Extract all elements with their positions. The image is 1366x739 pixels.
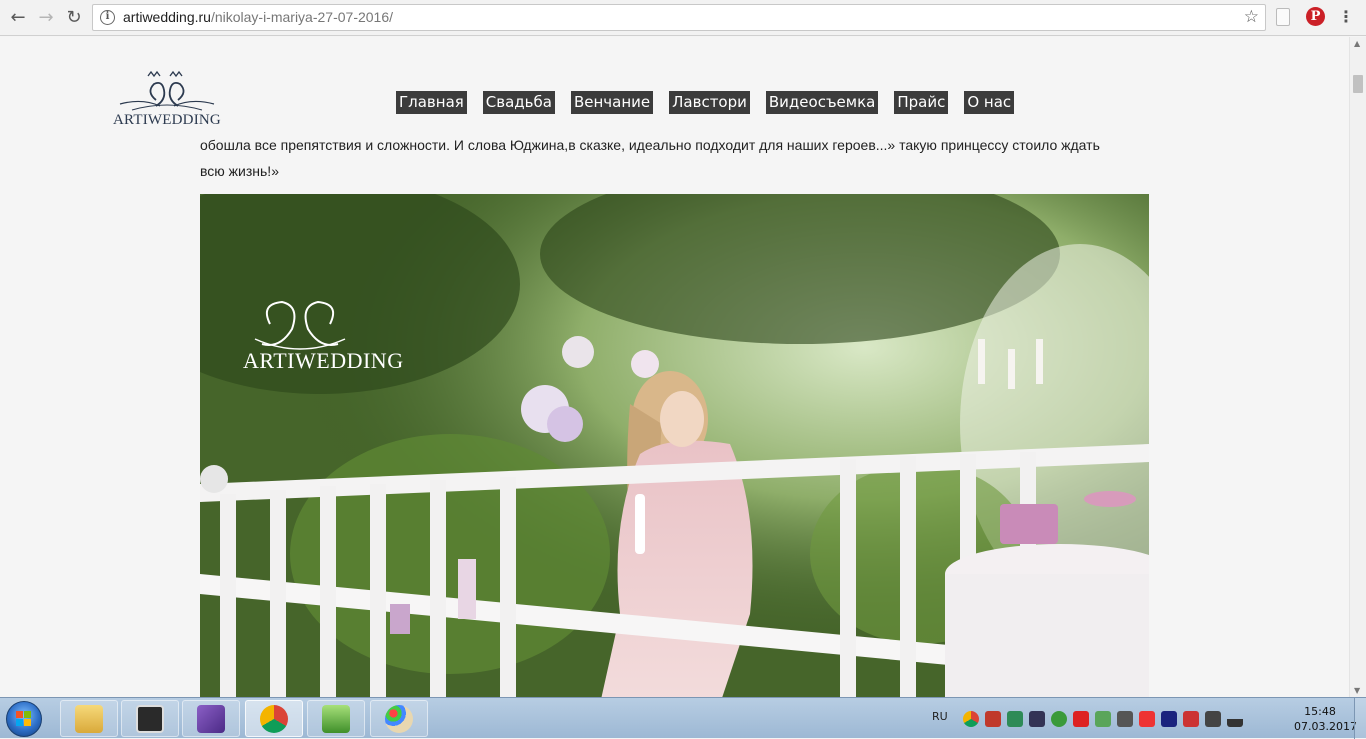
menu-item-video[interactable]: Видеосъемка: [765, 91, 879, 114]
reload-icon[interactable]: ↻: [62, 5, 86, 29]
update-tray-icon[interactable]: [1051, 711, 1067, 727]
forward-arrow-icon[interactable]: →: [34, 5, 58, 29]
monitor-tray-icon[interactable]: [1117, 711, 1133, 727]
chrome-menu-icon[interactable]: ⋮: [1338, 8, 1354, 26]
swans-logo-icon: [119, 70, 215, 111]
url-text[interactable]: artiwedding.ru/nikolay-i-mariya-27-07-20…: [123, 9, 393, 25]
paint-palette-icon: [385, 704, 413, 733]
show-desktop-button[interactable]: [1354, 698, 1366, 739]
media-player-icon: [136, 704, 164, 733]
clock-date: 07.03.2017: [1294, 720, 1357, 733]
notepad-icon: [322, 704, 350, 733]
menu-item-lovestory[interactable]: Лавстори: [669, 91, 750, 114]
photo-scene: [200, 194, 1149, 697]
paragraph-line: всю жизнь!»: [200, 163, 279, 179]
antivirus-tray-icon[interactable]: [1073, 711, 1089, 727]
signal-icon[interactable]: [1227, 711, 1243, 727]
info-icon[interactable]: i: [100, 10, 115, 25]
bookmark-star-icon[interactable]: ☆: [1244, 7, 1259, 27]
wedding-photo: ARTIWEDDING: [200, 194, 1149, 697]
windows-taskbar: RU 15:48 07.03.2017: [0, 697, 1366, 739]
menu-item-home[interactable]: Главная: [396, 91, 467, 114]
error-tray-icon[interactable]: [1139, 711, 1155, 727]
paragraph-line: обошла все препятствия и сложности. И сл…: [200, 137, 1100, 153]
volume-icon[interactable]: [1205, 711, 1221, 727]
scroll-up-arrow-icon[interactable]: ▲: [1354, 39, 1360, 48]
scroll-thumb[interactable]: [1353, 75, 1363, 93]
system-clock[interactable]: 15:48 07.03.2017: [1294, 704, 1357, 734]
chrome-icon: [260, 704, 288, 733]
menu-item-crowning[interactable]: Венчание: [570, 91, 654, 114]
taskbar-visual-studio[interactable]: [182, 700, 240, 737]
browser-toolbar: ← → ↻ i artiwedding.ru/nikolay-i-mariya-…: [0, 0, 1366, 36]
security-tray-icon[interactable]: [1007, 711, 1023, 727]
visual-studio-icon: [197, 704, 225, 733]
power-tray-icon[interactable]: [1183, 711, 1199, 727]
menu-item-about[interactable]: О нас: [964, 91, 1015, 114]
menu-item-wedding[interactable]: Свадьба: [482, 91, 555, 114]
sync-tray-icon[interactable]: [1095, 711, 1111, 727]
bluetooth-tray-icon[interactable]: [1029, 711, 1045, 727]
page-scrollbar[interactable]: ▲ ▼: [1349, 37, 1366, 697]
taskbar-paint[interactable]: [370, 700, 428, 737]
site-logo[interactable]: ARTIWEDDING: [112, 70, 222, 132]
start-button[interactable]: [6, 701, 42, 737]
scroll-down-arrow-icon[interactable]: ▼: [1354, 686, 1360, 695]
language-indicator[interactable]: RU: [932, 710, 948, 723]
back-arrow-icon[interactable]: ←: [6, 5, 30, 29]
story-paragraph: обошла все препятствия и сложности. И сл…: [200, 132, 1150, 184]
folder-icon: [75, 704, 103, 733]
photo-watermark: ARTIWEDDING: [243, 348, 404, 373]
taskbar-notepad[interactable]: [307, 700, 365, 737]
chrome-tray-icon[interactable]: [963, 711, 979, 727]
clock-time: 15:48: [1304, 705, 1336, 718]
url-host: artiwedding.ru: [123, 9, 211, 25]
url-path: /nikolay-i-mariya-27-07-2016/: [210, 9, 394, 25]
menu-item-price[interactable]: Прайс: [894, 91, 949, 114]
taskbar-media-player[interactable]: [121, 700, 179, 737]
logo-text: ARTIWEDDING: [113, 112, 221, 128]
taskbar-chrome[interactable]: [245, 700, 303, 737]
system-tray: [963, 711, 1243, 727]
extension-icon[interactable]: [1276, 8, 1290, 26]
web-page: обошла все препятствия и сложности. И сл…: [0, 37, 1349, 697]
network-tray-icon[interactable]: [985, 711, 1001, 727]
pinterest-icon[interactable]: P: [1306, 7, 1325, 26]
taskbar-explorer[interactable]: [60, 700, 118, 737]
site-header: ARTIWEDDING Главная Свадьба Венчание Лав…: [0, 37, 1349, 132]
ru-tray-icon[interactable]: [1161, 711, 1177, 727]
main-menu: Главная Свадьба Венчание Лавстори Видеос…: [396, 91, 1030, 114]
windows-logo-icon: [16, 711, 32, 727]
address-bar[interactable]: i artiwedding.ru/nikolay-i-mariya-27-07-…: [92, 4, 1266, 31]
